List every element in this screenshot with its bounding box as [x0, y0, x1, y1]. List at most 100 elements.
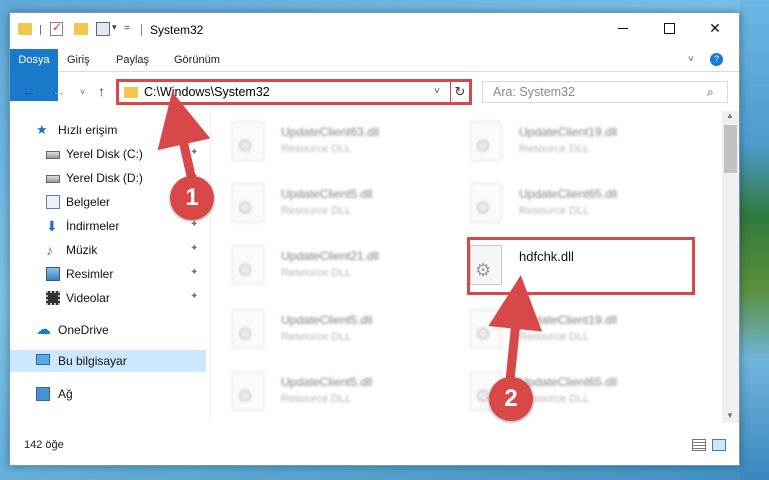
properties-icon[interactable]	[96, 22, 110, 36]
pin-icon[interactable]: ✦	[190, 243, 198, 254]
customize-toolbar-icon[interactable]: =	[124, 23, 130, 34]
sidebar-item-network[interactable]: Ağ	[10, 383, 206, 405]
search-input[interactable]: Ara: System32 ⌕	[482, 81, 728, 103]
pictures-icon	[46, 267, 60, 281]
file-type: Resource DLL	[281, 205, 352, 217]
file-name: UpdateClient21.dll	[281, 249, 380, 263]
pane-splitter[interactable]	[210, 111, 211, 421]
pin-icon[interactable]: ✦	[190, 267, 198, 278]
expand-ribbon-icon[interactable]: ˅	[688, 54, 694, 65]
title-separator	[141, 24, 142, 36]
dll-file-icon	[232, 371, 264, 411]
dll-file-icon	[232, 245, 264, 285]
star-icon: ★	[36, 122, 48, 137]
sidebar-item-videos[interactable]: Videolar ✦	[10, 287, 206, 309]
sidebar-item-label: Hızlı erişim	[58, 123, 118, 137]
dll-file-icon	[470, 121, 502, 161]
file-item[interactable]: UpdateClient63.dll Resource DLL	[232, 119, 452, 171]
file-name: UpdateClient63.dll	[281, 125, 380, 139]
file-item[interactable]: UpdateClient5.dll Resource DLL	[232, 181, 452, 233]
refresh-button[interactable]: ↻	[450, 79, 472, 105]
quick-access-dropdown-icon[interactable]: ▾	[112, 22, 117, 33]
new-folder-icon[interactable]	[74, 23, 88, 35]
file-item[interactable]: UpdateClient21.dll Resource DLL	[232, 243, 452, 295]
file-item[interactable]: UpdateClient5.dll Resource DLL	[232, 307, 452, 359]
computer-icon	[36, 354, 50, 365]
desktop-background	[740, 0, 769, 480]
search-icon[interactable]: ⌕	[707, 85, 714, 100]
scroll-down-icon[interactable]: ▼	[726, 409, 734, 423]
navigation-bar: ← → ˅ ↑ C:\Windows\System32 ˅ ↻ Ara: Sys…	[10, 77, 739, 107]
dll-file-icon	[232, 309, 264, 349]
minimize-button[interactable]	[600, 13, 646, 44]
item-count: 142 öğe	[24, 439, 64, 451]
annotation-badge-2: 2	[489, 377, 533, 421]
tab-share[interactable]: Paylaş	[116, 49, 149, 72]
file-item[interactable]: UpdateClient65.dll Resource DLL	[470, 181, 690, 233]
address-dropdown-icon[interactable]: ˅	[434, 86, 440, 97]
file-item[interactable]: UpdateClient19.dll Resource DLL	[470, 119, 690, 171]
sidebar-item-music[interactable]: ♪ Müzik ✦	[10, 239, 206, 261]
file-name: UpdateClient5.dll	[281, 187, 373, 201]
drive-icon	[46, 151, 60, 159]
pin-icon[interactable]: ✦	[190, 147, 198, 158]
large-icons-view-icon[interactable]	[712, 439, 726, 451]
scrollbar-thumb[interactable]	[724, 125, 737, 173]
status-bar: 142 öğe	[10, 437, 739, 465]
sidebar-item-label: Yerel Disk (C:)	[66, 147, 143, 161]
sidebar-item-quick-access[interactable]: ★ Hızlı erişim	[10, 119, 206, 141]
videos-icon	[46, 291, 60, 305]
tab-home[interactable]: Giriş	[67, 49, 90, 72]
file-name: UpdateClient19.dll	[519, 125, 618, 139]
scroll-up-icon[interactable]: ▲	[726, 111, 734, 120]
maximize-button[interactable]	[646, 13, 692, 44]
sidebar-item-label: Yerel Disk (D:)	[66, 171, 143, 185]
sidebar-item-label: Müzik	[66, 243, 98, 257]
ribbon-tabs: Dosya Giriş Paylaş Görünüm ˅ ?	[10, 49, 739, 101]
sidebar-item-downloads[interactable]: ⬇ İndirmeler ✦	[10, 215, 206, 237]
details-view-icon[interactable]	[692, 439, 706, 451]
highlight-box	[467, 237, 695, 295]
sidebar-item-label: OneDrive	[58, 323, 109, 337]
recent-locations-icon[interactable]: ˅	[80, 87, 85, 97]
file-type: Resource DLL	[281, 393, 352, 405]
sidebar-item-onedrive[interactable]: ☁ OneDrive	[10, 319, 206, 341]
tab-view[interactable]: Görünüm	[174, 49, 220, 72]
sidebar-item-this-pc[interactable]: Bu bilgisayar	[10, 350, 206, 372]
drive-icon	[46, 175, 60, 183]
address-path[interactable]: C:\Windows\System32	[144, 85, 270, 99]
vertical-scrollbar[interactable]: ▲ ▼	[722, 111, 739, 423]
cloud-icon: ☁	[36, 321, 51, 338]
sidebar-item-pictures[interactable]: Resimler ✦	[10, 263, 206, 285]
up-arrow-icon[interactable]: ↑	[98, 83, 105, 99]
file-name: UpdateClient65.dll	[519, 187, 618, 201]
address-bar[interactable]: C:\Windows\System32 ˅	[116, 79, 453, 105]
sidebar-item-label: Resimler	[66, 267, 114, 281]
properties-check-icon[interactable]	[50, 20, 63, 36]
sidebar-item-label: Ağ	[58, 387, 73, 401]
file-type: Resource DLL	[519, 143, 590, 155]
sidebar-item-label: Bu bilgisayar	[58, 354, 127, 368]
file-item[interactable]: UpdateClient5.dll Resource DLL	[232, 369, 452, 421]
pin-icon[interactable]: ✦	[190, 291, 198, 302]
close-button[interactable]: ✕	[692, 13, 738, 44]
forward-arrow-icon[interactable]: →	[52, 83, 66, 99]
network-icon	[36, 387, 50, 401]
sidebar-item-disk-c[interactable]: Yerel Disk (C:) ✦	[10, 143, 206, 165]
file-name: UpdateClient65.dll	[519, 375, 618, 389]
back-arrow-icon[interactable]: ←	[22, 83, 36, 99]
dll-file-icon	[232, 121, 264, 161]
file-type: Resource DLL	[281, 331, 352, 343]
dll-file-icon	[470, 183, 502, 223]
music-icon: ♪	[46, 242, 53, 258]
annotation-badge-1: 1	[170, 176, 214, 220]
pin-icon[interactable]: ✦	[190, 219, 198, 230]
documents-icon	[46, 195, 60, 209]
dll-file-icon	[470, 309, 502, 349]
file-type: Resource DLL	[281, 267, 352, 279]
file-type: Resource DLL	[281, 143, 352, 155]
help-icon[interactable]: ?	[710, 53, 723, 66]
file-type: Resource DLL	[519, 331, 590, 343]
file-item[interactable]: UpdateClient19.dll Resource DLL	[470, 307, 690, 359]
navigation-pane: ★ Hızlı erişim Yerel Disk (C:) ✦ Yerel D…	[10, 111, 206, 421]
